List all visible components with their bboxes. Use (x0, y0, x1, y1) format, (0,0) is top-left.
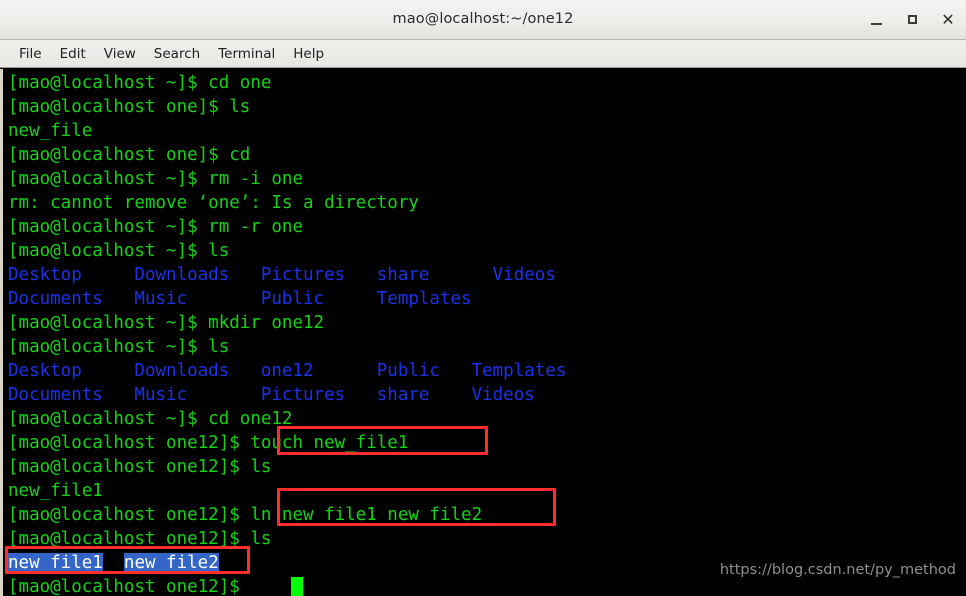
terminal-line: Documents Music Public Templates (8, 289, 472, 309)
terminal-line: [mao@localhost ~]$ cd one12 (8, 409, 293, 429)
terminal-line: [mao@localhost one12]$ ls (8, 529, 272, 549)
menu-item-edit[interactable]: Edit (51, 44, 95, 64)
close-button[interactable]: ✕ (938, 10, 958, 30)
terminal-window: mao@localhost:~/one12 ✕ File Edit View S… (0, 0, 966, 596)
menu-item-view[interactable]: View (95, 44, 145, 64)
terminal-line: [mao@localhost one12]$ ls (8, 457, 272, 477)
terminal-line: [mao@localhost ~]$ mkdir one12 (8, 313, 325, 333)
selected-file-new-file1: new_file1 (8, 553, 103, 573)
minimize-button[interactable] (866, 10, 886, 30)
terminal-line: [mao@localhost ~]$ cd one (8, 73, 272, 93)
terminal-line: [mao@localhost one]$ cd (8, 145, 251, 165)
menu-item-terminal[interactable]: Terminal (209, 44, 284, 64)
maximize-button[interactable] (902, 10, 922, 30)
window-title: mao@localhost:~/one12 (392, 11, 574, 27)
terminal-line: Desktop Downloads one12 Public Templates (8, 361, 567, 381)
terminal-line-prompt: [mao@localhost one12]$ (8, 577, 251, 596)
terminal-text-buffer: [mao@localhost ~]$ cd one [mao@localhost… (3, 69, 966, 596)
terminal-line: [mao@localhost ~]$ ls (8, 241, 230, 261)
terminal-line: new_file1 (8, 481, 103, 501)
terminal-screen[interactable]: [mao@localhost ~]$ cd one [mao@localhost… (0, 69, 966, 596)
result-gap (103, 553, 124, 573)
terminal-line: [mao@localhost ~]$ rm -i one (8, 169, 304, 189)
terminal-line-ln: [mao@localhost one12]$ ln new_file1 new_… (8, 505, 483, 525)
terminal-line: [mao@localhost ~]$ ls (8, 337, 230, 357)
menu-bar: File Edit View Search Terminal Help (0, 40, 966, 68)
terminal-cursor (291, 577, 303, 596)
minimize-icon (870, 22, 882, 25)
terminal-line-touch: [mao@localhost one12]$ touch new_file1 (8, 433, 409, 453)
menu-item-search[interactable]: Search (145, 44, 209, 64)
terminal-line: Desktop Downloads Pictures share Videos (8, 265, 556, 285)
menu-item-help[interactable]: Help (284, 44, 333, 64)
selected-file-new-file2: new_file2 (123, 553, 219, 573)
terminal-line: rm: cannot remove ‘one’: Is a directory (8, 193, 419, 213)
window-controls: ✕ (866, 0, 958, 39)
watermark-text: https://blog.csdn.net/py_method (719, 562, 956, 578)
maximize-icon (907, 15, 917, 24)
terminal-line: new_file (8, 121, 93, 141)
terminal-line: Documents Music Pictures share Videos (8, 385, 535, 405)
terminal-line: [mao@localhost ~]$ rm -r one (8, 217, 304, 237)
window-titlebar: mao@localhost:~/one12 ✕ (0, 0, 966, 40)
close-icon: ✕ (941, 9, 955, 29)
menu-item-file[interactable]: File (10, 44, 51, 64)
terminal-line: [mao@localhost one]$ ls (8, 97, 251, 117)
